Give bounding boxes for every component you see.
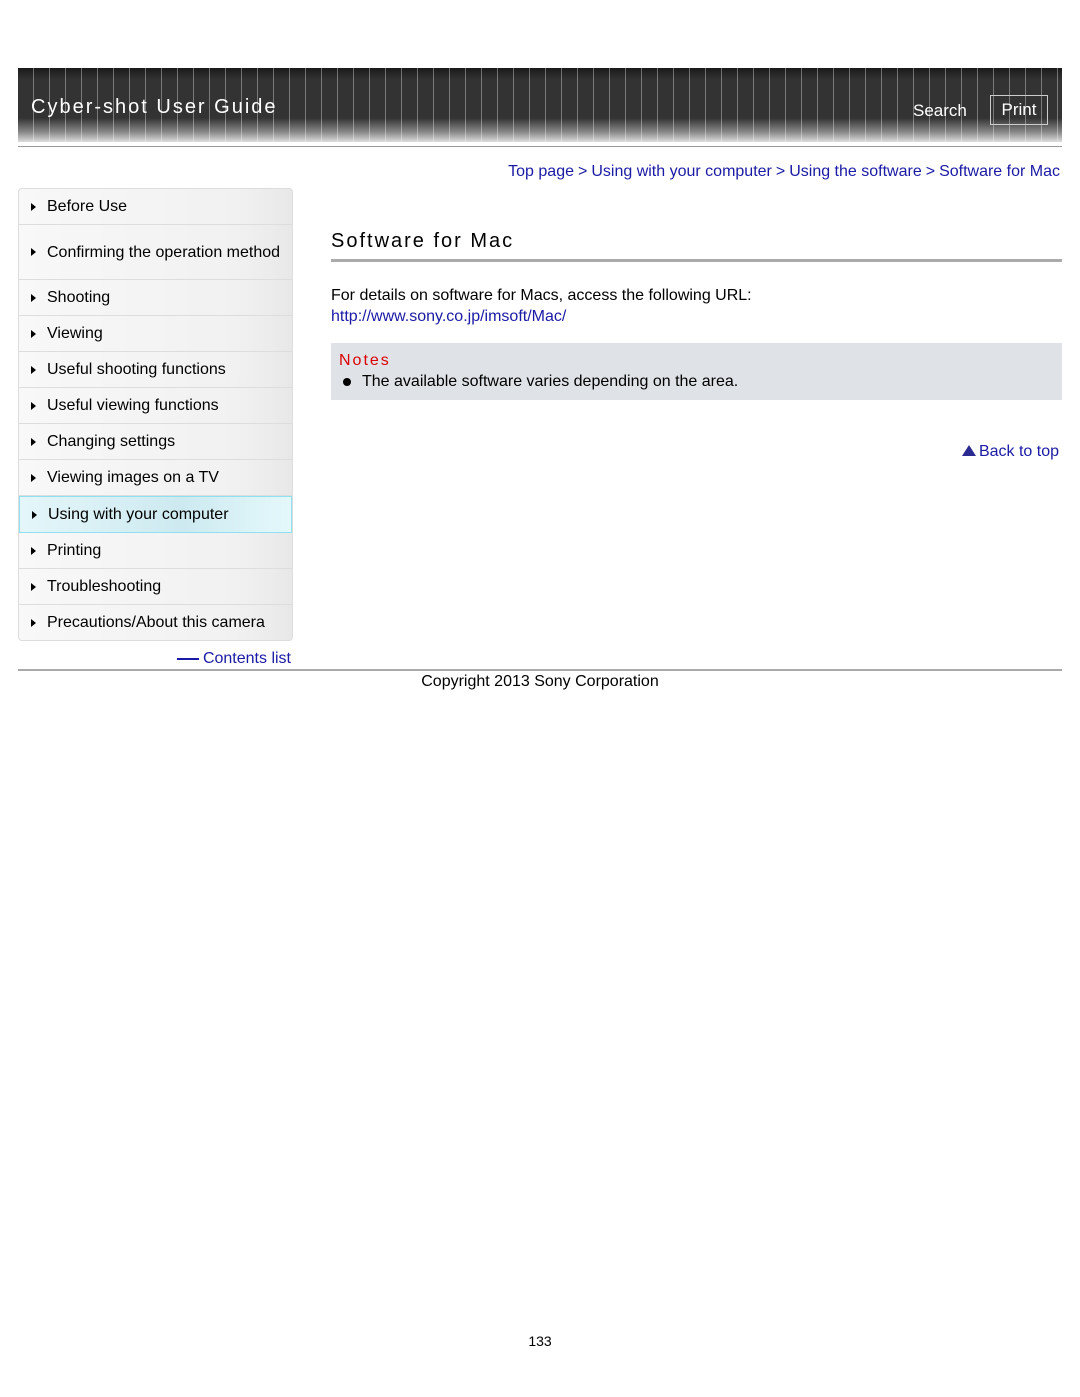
mac-software-link[interactable]: http://www.sony.co.jp/imsoft/Mac/	[331, 308, 566, 326]
breadcrumb-sep: >	[925, 163, 936, 180]
sidebar-item[interactable]: Printing	[19, 533, 292, 569]
sidebar-nav: Before Use Confirming the operation metho…	[18, 188, 293, 641]
copyright: Copyright 2013 Sony Corporation	[421, 673, 659, 690]
sidebar-item-label: Using with your computer	[48, 506, 229, 523]
breadcrumb-using-software[interactable]: Using the software	[789, 163, 922, 180]
triangle-up-icon	[961, 445, 976, 456]
title-underline	[331, 259, 1062, 262]
breadcrumb-top-page[interactable]: Top page	[508, 163, 574, 180]
breadcrumb-sep: >	[578, 163, 588, 180]
triangle-right-icon	[31, 473, 36, 482]
triangle-right-icon	[31, 329, 36, 338]
sidebar-item[interactable]: Before Use	[19, 189, 292, 225]
sidebar-item-label: Changing settings	[47, 433, 176, 450]
footer-divider	[18, 669, 1062, 671]
sidebar-item[interactable]: Viewing images on a TV	[19, 460, 292, 496]
sidebar-item-label: Useful shooting functions	[47, 361, 226, 378]
sidebar-item-label: Shooting	[47, 289, 111, 306]
page-title: Software for Mac	[331, 230, 515, 252]
note-item: The available software varies depending …	[362, 373, 739, 390]
sidebar-item[interactable]: Shooting	[19, 280, 292, 316]
sidebar-item-label: Viewing images on a TV	[47, 469, 219, 486]
triangle-right-icon	[31, 293, 36, 302]
search-button[interactable]: Search	[913, 101, 967, 121]
bullet-icon	[343, 378, 351, 386]
breadcrumb-current[interactable]: Software for Mac	[939, 163, 1060, 180]
sidebar-item[interactable]: Changing settings	[19, 424, 292, 460]
triangle-right-icon	[31, 546, 36, 555]
intro-text: For details on software for Macs, access…	[331, 287, 752, 304]
triangle-right-icon	[31, 437, 36, 446]
sidebar-item[interactable]: Useful viewing functions	[19, 388, 292, 424]
triangle-right-icon	[32, 510, 37, 519]
triangle-right-icon	[31, 202, 36, 211]
sidebar-item[interactable]: Using with your computer	[19, 496, 292, 533]
back-to-top-link[interactable]: Back to top	[961, 443, 1059, 461]
header-banner: Cyber-shot User Guide Search Print	[18, 68, 1062, 142]
print-button[interactable]: Print	[990, 95, 1048, 125]
sidebar-item-label: Troubleshooting	[47, 578, 162, 595]
triangle-right-icon	[31, 618, 36, 627]
breadcrumb-using-computer[interactable]: Using with your computer	[591, 163, 772, 180]
sidebar-item[interactable]: Confirming the operation method	[19, 225, 292, 280]
sidebar-item-label: Precautions/About this camera	[47, 614, 265, 631]
notes-title: Notes	[339, 352, 391, 369]
sidebar-item[interactable]: Useful shooting functions	[19, 352, 292, 388]
breadcrumb: Top page > Using with your computer > Using …	[508, 163, 1060, 181]
triangle-right-icon	[31, 365, 36, 374]
sidebar-item-label: Useful viewing functions	[47, 397, 219, 414]
sidebar-item-label: Before Use	[47, 198, 128, 215]
notes-box: Notes The available software varies depe…	[331, 343, 1062, 400]
arrow-right-icon	[176, 657, 199, 660]
sidebar-item[interactable]: Troubleshooting	[19, 569, 292, 605]
page: Cyber-shot User Guide Search Print Top p…	[0, 0, 1080, 1397]
guide-title: Cyber-shot User Guide	[31, 96, 278, 118]
sidebar-item-label: Printing	[47, 542, 102, 559]
triangle-right-icon	[31, 401, 36, 410]
back-to-top-label: Back to top	[978, 443, 1059, 460]
sidebar-item[interactable]: Viewing	[19, 316, 292, 352]
contents-list-link[interactable]: Contents list	[176, 650, 291, 668]
sidebar-item-label: Viewing	[47, 325, 103, 342]
sidebar-item[interactable]: Precautions/About this camera	[19, 605, 292, 640]
header-divider	[18, 146, 1062, 147]
triangle-right-icon	[31, 248, 36, 256]
sidebar-item-label: Confirming the operation method	[47, 243, 281, 261]
breadcrumb-sep: >	[775, 163, 786, 180]
contents-list-label: Contents list	[202, 650, 291, 667]
page-number: 133	[528, 1333, 552, 1349]
triangle-right-icon	[31, 582, 36, 591]
